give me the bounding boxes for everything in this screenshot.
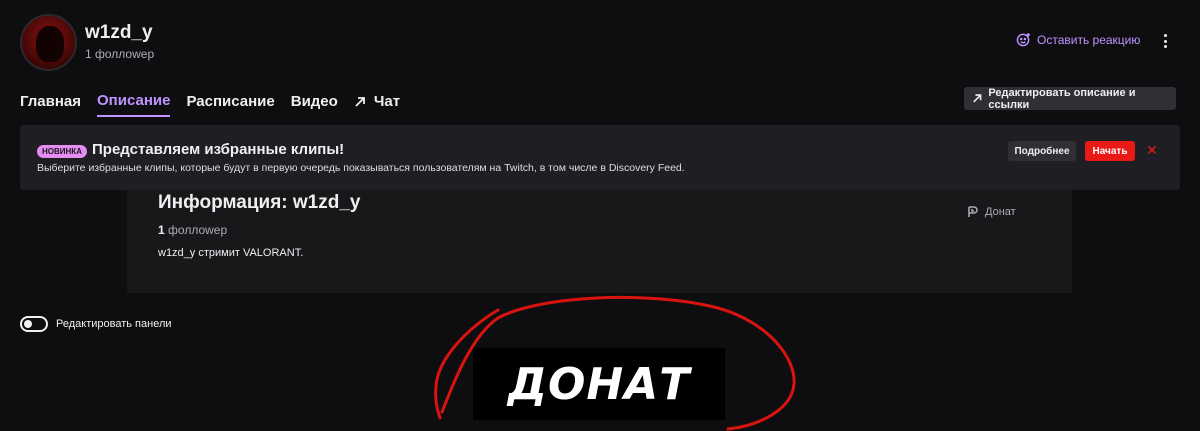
leave-reaction-label: Оставить реакцию <box>1037 32 1141 47</box>
about-followers-label: фоллоwер <box>168 223 228 237</box>
emoji-add-icon <box>1016 32 1031 47</box>
donate-link-label: Донат <box>985 206 1016 218</box>
arrow-up-right-icon <box>973 94 982 103</box>
more-dot <box>1163 45 1167 48</box>
more-options-button[interactable] <box>1158 32 1172 50</box>
tab-videos[interactable]: Видео <box>291 92 338 117</box>
about-followers: 1 фоллоwер <box>158 223 227 237</box>
channel-name[interactable]: w1zd_y <box>85 22 153 44</box>
about-panel: Информация: w1zd_y 1 фоллоwер w1zd_y стр… <box>127 190 1072 293</box>
banner-text: Выберите избранные клипы, которые будут … <box>37 162 685 174</box>
about-description: w1zd_y стримит VALORANT. <box>158 247 304 259</box>
featured-clips-banner: НОВИНКА Представляем избранные клипы! Вы… <box>20 125 1180 190</box>
edit-panels-toggle[interactable] <box>20 316 48 332</box>
tab-home[interactable]: Главная <box>20 92 81 117</box>
learn-more-button[interactable]: Подробнее <box>1008 141 1076 161</box>
arrow-up-right-icon <box>355 96 365 107</box>
donation-icon <box>968 206 978 217</box>
edit-description-button[interactable]: Редактировать описание и ссылки <box>964 86 1176 111</box>
tab-about[interactable]: Описание <box>97 92 171 117</box>
edit-panels-label: Редактировать панели <box>56 318 172 330</box>
donate-panel-text: ДОНАТ <box>507 358 691 410</box>
leave-reaction-button[interactable]: Оставить реакцию <box>1016 32 1140 47</box>
follower-count: 1 фоллоwер <box>85 47 155 61</box>
donate-panel-image[interactable]: ДОНАТ <box>473 348 725 420</box>
new-badge: НОВИНКА <box>37 145 87 158</box>
channel-tabs: Главная Описание Расписание Видео Чат <box>20 92 400 117</box>
tab-schedule[interactable]: Расписание <box>186 92 274 117</box>
more-dot <box>1163 34 1167 37</box>
avatar[interactable] <box>20 14 77 71</box>
tab-chat-label: Чат <box>373 93 401 110</box>
donate-link[interactable]: Донат <box>967 206 1016 218</box>
edit-panels-row: Редактировать панели <box>20 316 172 332</box>
more-dot <box>1163 39 1167 43</box>
tab-chat[interactable]: Чат <box>354 92 400 117</box>
about-followers-count: 1 <box>158 223 165 237</box>
banner-title: Представляем избранные клипы! <box>92 141 345 158</box>
close-icon[interactable]: ✕ <box>1145 142 1159 158</box>
start-button[interactable]: Начать <box>1085 141 1135 161</box>
edit-description-label: Редактировать описание и ссылки <box>988 86 1136 111</box>
about-title: Информация: w1zd_y <box>158 192 361 213</box>
